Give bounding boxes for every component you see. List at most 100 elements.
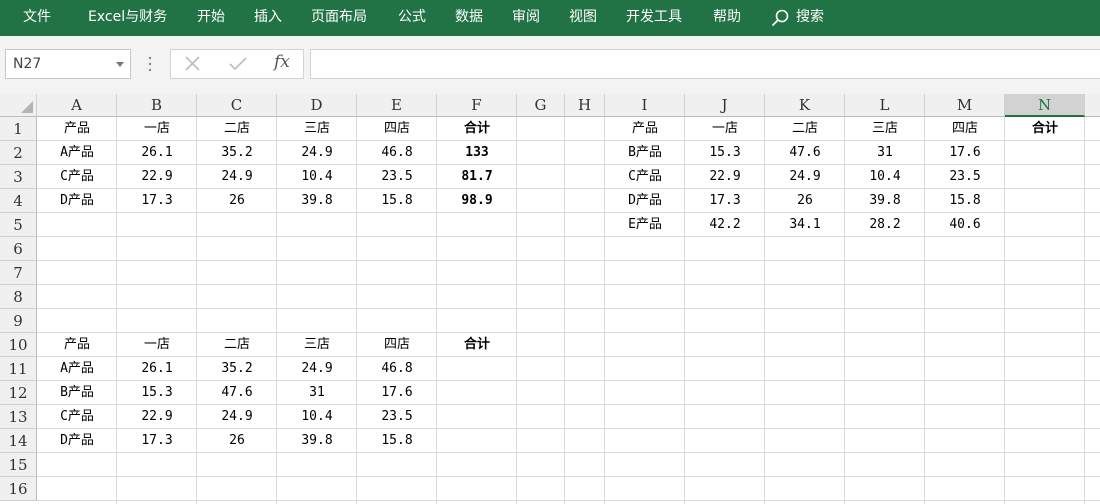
row-header-9[interactable]: 9 (0, 309, 37, 333)
cell-E13[interactable]: 23.5 (357, 405, 437, 429)
row-header-14[interactable]: 14 (0, 429, 37, 453)
cell-C3[interactable]: 24.9 (197, 165, 277, 189)
cell-C10[interactable]: 二店 (197, 333, 277, 357)
cell-M3[interactable]: 23.5 (925, 165, 1005, 189)
col-header-K[interactable]: K (765, 94, 845, 117)
cell-D12[interactable]: 31 (277, 381, 357, 405)
col-header-N[interactable]: N (1005, 94, 1085, 117)
row-header-16[interactable]: 16 (0, 477, 37, 501)
cell-L1[interactable]: 三店 (845, 117, 925, 141)
col-header-E[interactable]: E (357, 94, 437, 117)
cell-I1[interactable]: 产品 (605, 117, 685, 141)
cell-J2[interactable]: 15.3 (685, 141, 765, 165)
cell-A1[interactable]: 产品 (37, 117, 117, 141)
cell-E11[interactable]: 46.8 (357, 357, 437, 381)
cell-M2[interactable]: 17.6 (925, 141, 1005, 165)
cell-A2[interactable]: A产品 (37, 141, 117, 165)
cell-E2[interactable]: 46.8 (357, 141, 437, 165)
col-header-D[interactable]: D (277, 94, 357, 117)
check-icon[interactable] (225, 52, 251, 76)
search-icon[interactable] (771, 9, 789, 27)
cell-D1[interactable]: 三店 (277, 117, 357, 141)
menu-page-layout[interactable]: 页面布局 (311, 0, 367, 36)
cell-L3[interactable]: 10.4 (845, 165, 925, 189)
cell-C13[interactable]: 24.9 (197, 405, 277, 429)
menu-data[interactable]: 数据 (455, 0, 483, 36)
cell-I3[interactable]: C产品 (605, 165, 685, 189)
cell-A4[interactable]: D产品 (37, 189, 117, 213)
cell-B12[interactable]: 15.3 (117, 381, 197, 405)
col-header-C[interactable]: C (197, 94, 277, 117)
row-header-10[interactable]: 10 (0, 333, 37, 357)
row-header-12[interactable]: 12 (0, 381, 37, 405)
row-header-11[interactable]: 11 (0, 357, 37, 381)
cell-D3[interactable]: 10.4 (277, 165, 357, 189)
menu-excel-finance[interactable]: Excel与财务 (88, 0, 167, 36)
cell-F1[interactable]: 合计 (437, 117, 517, 141)
cell-D2[interactable]: 24.9 (277, 141, 357, 165)
cell-A10[interactable]: 产品 (37, 333, 117, 357)
search-label[interactable]: 搜索 (796, 0, 824, 36)
cell-L5[interactable]: 28.2 (845, 213, 925, 237)
cell-K3[interactable]: 24.9 (765, 165, 845, 189)
formula-input[interactable] (310, 49, 1100, 79)
cell-B11[interactable]: 26.1 (117, 357, 197, 381)
cell-B13[interactable]: 22.9 (117, 405, 197, 429)
cell-K2[interactable]: 47.6 (765, 141, 845, 165)
cell-I5[interactable]: E产品 (605, 213, 685, 237)
cell-C12[interactable]: 47.6 (197, 381, 277, 405)
cell-K4[interactable]: 26 (765, 189, 845, 213)
row-header-13[interactable]: 13 (0, 405, 37, 429)
cell-A13[interactable]: C产品 (37, 405, 117, 429)
row-header-3[interactable]: 3 (0, 165, 37, 189)
row-header-15[interactable]: 15 (0, 453, 37, 477)
row-header-8[interactable]: 8 (0, 285, 37, 309)
cell-E1[interactable]: 四店 (357, 117, 437, 141)
row-header-5[interactable]: 5 (0, 213, 37, 237)
cell-B14[interactable]: 17.3 (117, 429, 197, 453)
insert-function-button[interactable]: fx (274, 52, 290, 72)
cell-J4[interactable]: 17.3 (685, 189, 765, 213)
col-header-F[interactable]: F (437, 94, 517, 117)
cell-I4[interactable]: D产品 (605, 189, 685, 213)
cell-B4[interactable]: 17.3 (117, 189, 197, 213)
cancel-icon[interactable] (180, 52, 206, 76)
col-header-L[interactable]: L (845, 94, 925, 117)
col-header-M[interactable]: M (925, 94, 1005, 117)
row-header-2[interactable]: 2 (0, 141, 37, 165)
cell-M1[interactable]: 四店 (925, 117, 1005, 141)
cell-E4[interactable]: 15.8 (357, 189, 437, 213)
cell-M5[interactable]: 40.6 (925, 213, 1005, 237)
cell-B1[interactable]: 一店 (117, 117, 197, 141)
col-header-J[interactable]: J (685, 94, 765, 117)
cell-L2[interactable]: 31 (845, 141, 925, 165)
cell-M4[interactable]: 15.8 (925, 189, 1005, 213)
cell-C1[interactable]: 二店 (197, 117, 277, 141)
menu-formulas[interactable]: 公式 (398, 0, 426, 36)
cell-A12[interactable]: B产品 (37, 381, 117, 405)
row-header-7[interactable]: 7 (0, 261, 37, 285)
cell-K5[interactable]: 34.1 (765, 213, 845, 237)
cell-E3[interactable]: 23.5 (357, 165, 437, 189)
cell-D13[interactable]: 10.4 (277, 405, 357, 429)
name-box[interactable]: N27 (5, 49, 131, 79)
menu-insert[interactable]: 插入 (254, 0, 282, 36)
cell-B2[interactable]: 26.1 (117, 141, 197, 165)
cell-F10[interactable]: 合计 (437, 333, 517, 357)
col-header-O[interactable] (1085, 94, 1100, 117)
cell-J5[interactable]: 42.2 (685, 213, 765, 237)
drag-handle-icon[interactable] (148, 55, 152, 73)
cell-A14[interactable]: D产品 (37, 429, 117, 453)
cell-K1[interactable]: 二店 (765, 117, 845, 141)
cell-E10[interactable]: 四店 (357, 333, 437, 357)
cell-A3[interactable]: C产品 (37, 165, 117, 189)
col-header-G[interactable]: G (517, 94, 565, 117)
cell-I2[interactable]: B产品 (605, 141, 685, 165)
menu-view[interactable]: 视图 (569, 0, 597, 36)
row-header-4[interactable]: 4 (0, 189, 37, 213)
cell-F2[interactable]: 133 (437, 141, 517, 165)
cell-D10[interactable]: 三店 (277, 333, 357, 357)
cell-B3[interactable]: 22.9 (117, 165, 197, 189)
cell-C2[interactable]: 35.2 (197, 141, 277, 165)
cell-D4[interactable]: 39.8 (277, 189, 357, 213)
